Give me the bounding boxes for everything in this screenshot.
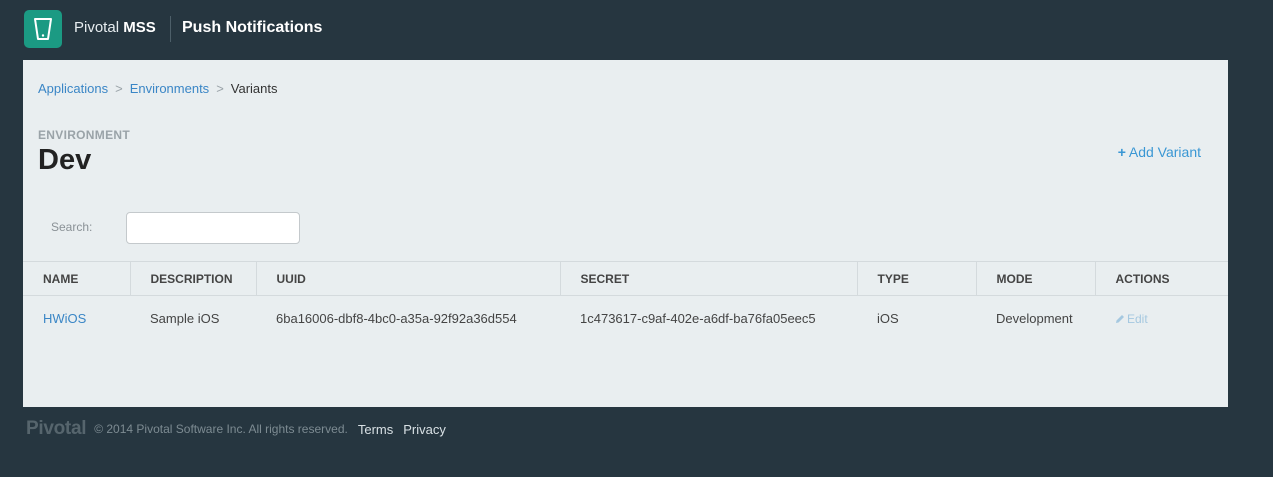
variants-table: NAME DESCRIPTION UUID SECRET TYPE MODE A… — [23, 261, 1228, 340]
table-header-row: NAME DESCRIPTION UUID SECRET TYPE MODE A… — [23, 261, 1228, 296]
search-label: Search: — [51, 220, 93, 234]
column-header-secret: SECRET — [560, 261, 858, 296]
variant-secret: 1c473617-c9af-402e-a6df-ba76fa05eec5 — [580, 310, 816, 326]
edit-label: Edit — [1127, 311, 1148, 326]
column-header-description: DESCRIPTION — [130, 261, 257, 296]
product-title: Push Notifications — [182, 19, 323, 36]
column-header-mode: MODE — [976, 261, 1096, 296]
footer-logo: Pivotal — [26, 418, 87, 439]
breadcrumb-applications[interactable]: Applications — [38, 81, 108, 96]
breadcrumb-variants: Variants — [230, 81, 278, 96]
footer-link-privacy[interactable]: Privacy — [403, 422, 446, 437]
column-header-type: TYPE — [857, 261, 977, 296]
breadcrumb: Applications > Environments > Variants — [38, 81, 278, 96]
pencil-icon — [1116, 314, 1124, 323]
search-input[interactable] — [126, 212, 300, 244]
variant-name-link[interactable]: HWiOS — [43, 311, 86, 326]
column-header-uuid: UUID — [256, 261, 561, 296]
variant-mode: Development — [996, 310, 1073, 326]
variant-type: iOS — [877, 310, 899, 326]
add-variant-label: Add Variant — [1128, 144, 1201, 160]
mobile-device-icon[interactable] — [24, 10, 62, 48]
edit-button[interactable]: Edit — [1115, 312, 1148, 326]
add-variant-button[interactable]: + Add Variant — [1118, 144, 1201, 160]
footer: Pivotal © 2014 Pivotal Software Inc. All… — [26, 414, 446, 444]
footer-link-terms[interactable]: Terms — [358, 422, 393, 437]
top-navbar: Pivotal MSS Push Notifications — [0, 0, 1273, 60]
variant-description: Sample iOS — [150, 310, 220, 326]
breadcrumb-separator: > — [216, 81, 224, 96]
plus-icon: + — [1117, 144, 1126, 160]
main-panel: Applications > Environments > Variants ENVIR… — [23, 60, 1228, 407]
table-row: HWiOS Sample iOS 6ba16006-dbf8-4bc0-a35a… — [23, 296, 1228, 341]
footer-copyright: © 2014 Pivotal Software Inc. All rights … — [94, 422, 348, 436]
brand-prefix: Pivotal — [74, 19, 120, 36]
brand-strong: MSS — [123, 19, 156, 36]
brand-name[interactable]: Pivotal MSS — [74, 19, 156, 36]
environment-label: ENVIRONMENT — [38, 128, 130, 142]
variant-uuid: 6ba16006-dbf8-4bc0-a35a-92f92a36d554 — [276, 310, 517, 326]
breadcrumb-environments[interactable]: Environments — [130, 81, 209, 96]
page-title: Dev — [38, 144, 92, 176]
column-header-name: NAME — [23, 261, 131, 296]
brand-divider — [170, 16, 171, 42]
column-header-actions: ACTIONS — [1095, 261, 1228, 296]
breadcrumb-separator: > — [115, 81, 123, 96]
